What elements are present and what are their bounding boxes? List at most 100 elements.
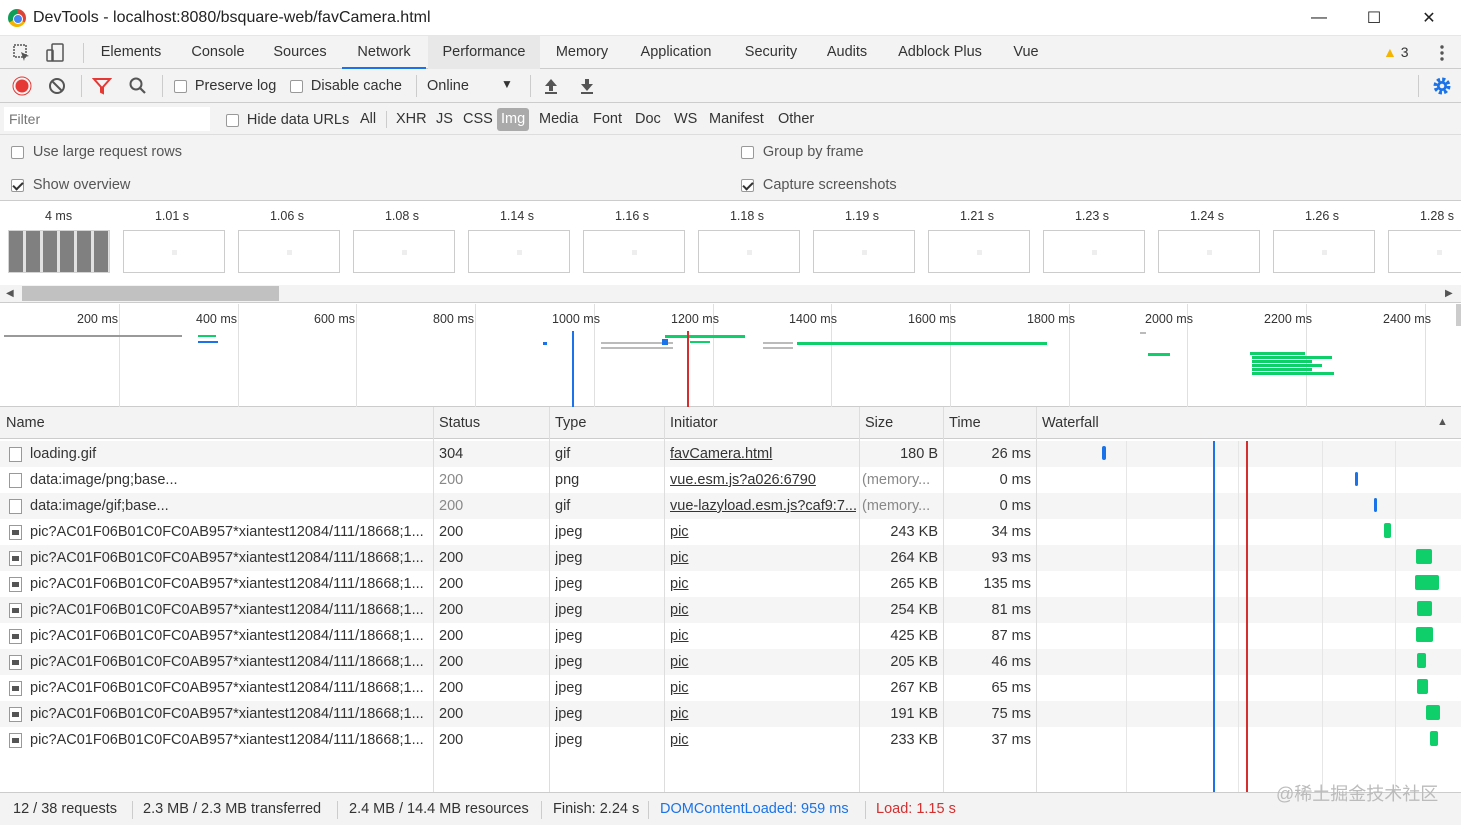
- request-name[interactable]: data:image/png;base...: [30, 467, 430, 493]
- waterfall-timing-bar[interactable]: [1374, 498, 1377, 512]
- filter-type-media[interactable]: Media: [539, 103, 579, 135]
- request-name[interactable]: pic?AC01F06B01C0FC0AB957*xiantest12084/1…: [30, 727, 430, 753]
- screenshot-thumbnail[interactable]: [1158, 230, 1260, 273]
- waterfall-timing-bar[interactable]: [1417, 601, 1432, 616]
- screenshot-thumbnail[interactable]: [353, 230, 455, 273]
- waterfall-timing-bar[interactable]: [1416, 627, 1433, 642]
- request-initiator-link[interactable]: pic: [670, 675, 856, 701]
- request-name[interactable]: pic?AC01F06B01C0FC0AB957*xiantest12084/1…: [30, 623, 430, 649]
- filter-type-js[interactable]: JS: [436, 103, 453, 135]
- checkbox[interactable]: [290, 79, 303, 93]
- filter-icon[interactable]: [91, 76, 113, 96]
- waterfall-timing-bar[interactable]: [1416, 549, 1432, 564]
- column-header-time[interactable]: Time: [943, 407, 1036, 439]
- scrollbar-thumb[interactable]: [22, 286, 279, 301]
- screenshot-thumbnail[interactable]: [813, 230, 915, 273]
- screenshot-thumbnail[interactable]: [1043, 230, 1145, 273]
- export-har-icon[interactable]: [578, 76, 596, 96]
- filter-type-font[interactable]: Font: [593, 103, 622, 135]
- filter-type-css[interactable]: CSS: [463, 103, 493, 135]
- checkbox-checked[interactable]: [11, 178, 24, 192]
- request-initiator-link[interactable]: pic: [670, 545, 856, 571]
- minimize-button[interactable]: —: [1292, 0, 1346, 36]
- column-header-name[interactable]: Name: [0, 407, 433, 439]
- column-header-initiator[interactable]: Initiator: [664, 407, 859, 439]
- screenshot-thumbnail[interactable]: [928, 230, 1030, 273]
- filter-type-ws[interactable]: WS: [674, 103, 697, 135]
- tab-adblock-plus[interactable]: Adblock Plus: [884, 36, 996, 69]
- request-name[interactable]: loading.gif: [30, 441, 430, 467]
- request-initiator-link[interactable]: vue.esm.js?a026:6790: [670, 467, 856, 493]
- inspect-element-icon[interactable]: [12, 43, 32, 63]
- screenshot-thumbnail[interactable]: [468, 230, 570, 273]
- checkbox[interactable]: [11, 145, 24, 159]
- tab-application[interactable]: Application: [625, 36, 727, 69]
- preserve-log-checkbox[interactable]: Preserve log: [174, 77, 276, 94]
- scroll-right-icon[interactable]: ▶: [1445, 288, 1453, 299]
- checkbox[interactable]: [174, 79, 187, 93]
- filter-type-img[interactable]: Img: [497, 108, 530, 131]
- tab-audits[interactable]: Audits: [813, 36, 881, 69]
- filter-type-all[interactable]: All: [360, 103, 376, 135]
- sort-ascending-icon[interactable]: ▲: [1437, 416, 1448, 428]
- tab-vue[interactable]: Vue: [1006, 36, 1046, 69]
- capture-screenshots-checkbox[interactable]: Capture screenshots: [741, 176, 897, 193]
- record-icon[interactable]: [12, 76, 32, 96]
- request-initiator-link[interactable]: pic: [670, 727, 856, 753]
- hide-data-urls-checkbox[interactable]: Hide data URLs: [226, 111, 349, 128]
- filter-type-other[interactable]: Other: [778, 103, 814, 135]
- screenshot-thumbnail[interactable]: [123, 230, 225, 273]
- waterfall-timing-bar[interactable]: [1430, 731, 1438, 746]
- waterfall-timing-bar[interactable]: [1415, 575, 1439, 590]
- request-name[interactable]: pic?AC01F06B01C0FC0AB957*xiantest12084/1…: [30, 571, 430, 597]
- tab-network[interactable]: Network: [342, 36, 426, 69]
- import-har-icon[interactable]: [542, 76, 560, 96]
- request-initiator-link[interactable]: pic: [670, 623, 856, 649]
- settings-gear-icon[interactable]: [1431, 75, 1453, 97]
- show-overview-checkbox[interactable]: Show overview: [11, 176, 130, 193]
- search-icon[interactable]: [128, 76, 148, 96]
- tab-elements[interactable]: Elements: [90, 36, 172, 69]
- clear-icon[interactable]: [47, 76, 67, 96]
- request-name[interactable]: data:image/gif;base...: [30, 493, 430, 519]
- waterfall-timing-bar[interactable]: [1102, 446, 1106, 460]
- overview-resize-handle[interactable]: [1456, 304, 1461, 326]
- checkbox[interactable]: [226, 113, 239, 127]
- checkbox[interactable]: [741, 145, 754, 159]
- warnings-indicator[interactable]: ▲ 3: [1383, 44, 1409, 60]
- waterfall-timing-bar[interactable]: [1426, 705, 1440, 720]
- request-initiator-link[interactable]: pic: [670, 597, 856, 623]
- request-initiator-link[interactable]: pic: [670, 519, 856, 545]
- tab-performance[interactable]: Performance: [428, 36, 540, 69]
- tab-console[interactable]: Console: [180, 36, 256, 69]
- waterfall-timing-bar[interactable]: [1355, 472, 1358, 486]
- waterfall-timing-bar[interactable]: [1417, 679, 1428, 694]
- filter-type-doc[interactable]: Doc: [635, 103, 661, 135]
- checkbox-checked[interactable]: [741, 178, 754, 192]
- screenshot-thumbnail[interactable]: [698, 230, 800, 273]
- request-initiator-link[interactable]: pic: [670, 701, 856, 727]
- throttling-select[interactable]: Online ▼: [427, 77, 517, 94]
- request-initiator-link[interactable]: pic: [670, 571, 856, 597]
- waterfall-timing-bar[interactable]: [1384, 523, 1391, 538]
- tab-sources[interactable]: Sources: [261, 36, 339, 69]
- large-rows-checkbox[interactable]: Use large request rows: [11, 143, 182, 160]
- maximize-button[interactable]: ☐: [1347, 0, 1401, 36]
- screenshot-thumbnail[interactable]: [8, 230, 110, 273]
- column-header-status[interactable]: Status: [433, 407, 549, 439]
- filter-type-xhr[interactable]: XHR: [396, 103, 427, 135]
- scroll-left-icon[interactable]: ◀: [6, 288, 14, 299]
- waterfall-timing-bar[interactable]: [1417, 653, 1426, 668]
- column-header-waterfall[interactable]: Waterfall: [1036, 407, 1426, 439]
- filter-input[interactable]: [4, 107, 210, 131]
- request-initiator-link[interactable]: vue-lazyload.esm.js?caf9:7...: [670, 493, 856, 519]
- screenshot-thumbnail[interactable]: [1273, 230, 1375, 273]
- request-name[interactable]: pic?AC01F06B01C0FC0AB957*xiantest12084/1…: [30, 545, 430, 571]
- close-button[interactable]: ✕: [1402, 0, 1456, 36]
- device-toolbar-icon[interactable]: [45, 42, 67, 64]
- request-initiator-link[interactable]: pic: [670, 649, 856, 675]
- group-by-frame-checkbox[interactable]: Group by frame: [741, 143, 864, 160]
- screenshot-thumbnail[interactable]: [238, 230, 340, 273]
- more-options-icon[interactable]: [1432, 42, 1452, 64]
- request-initiator-link[interactable]: favCamera.html: [670, 441, 856, 467]
